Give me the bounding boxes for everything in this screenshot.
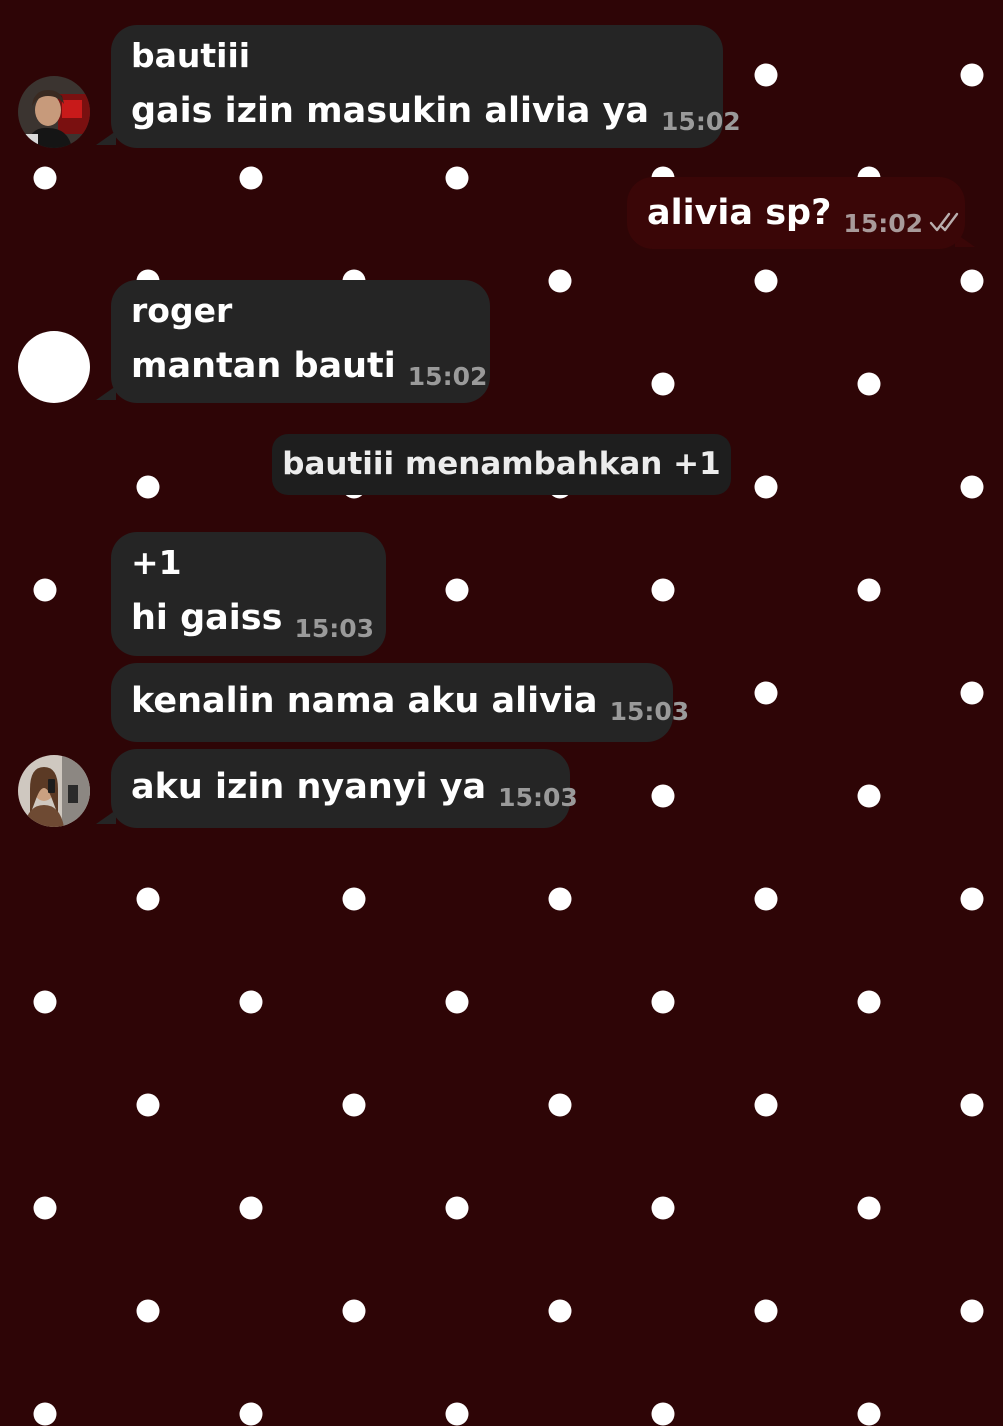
avatar-photo-icon <box>18 755 90 827</box>
message-text: gais izin masukin alivia ya <box>131 91 650 131</box>
service-message: bautiii menambahkan +1 <box>272 434 731 495</box>
wallpaper-dot <box>857 1402 881 1426</box>
double-check-icon <box>929 212 959 232</box>
message-bubble[interactable]: roger mantan bauti 15:02 <box>111 280 490 403</box>
message-bubble[interactable]: bautiii gais izin masukin alivia ya 15:02 <box>111 25 741 148</box>
avatar-photo-icon <box>18 76 90 148</box>
sender-avatar-plus1[interactable] <box>18 755 90 827</box>
message-time: 15:03 <box>609 697 690 726</box>
message-bubble[interactable]: aku izin nyanyi ya 15:03 <box>111 749 578 828</box>
message-bubble-outgoing[interactable]: alivia sp? 15:02 <box>627 177 965 249</box>
sender-avatar-bautiii[interactable] <box>18 76 90 148</box>
message-sender[interactable]: +1 <box>131 544 366 582</box>
message-time: 15:03 <box>498 783 578 812</box>
wallpaper-dot <box>651 1402 675 1426</box>
message-time: 15:02 <box>407 362 488 391</box>
message-time: 15:03 <box>294 614 375 643</box>
message-sender[interactable]: bautiii <box>131 37 703 75</box>
message-text: alivia sp? <box>647 193 832 233</box>
message-time: 15:02 <box>843 209 923 238</box>
message-bubble[interactable]: kenalin nama aku alivia 15:03 <box>111 663 689 742</box>
message-sender[interactable]: roger <box>131 292 470 330</box>
wallpaper-dot <box>445 1402 469 1426</box>
message-text: mantan bauti <box>131 346 396 386</box>
message-text: hi gaiss <box>131 598 283 638</box>
sender-avatar-roger[interactable] <box>18 331 90 403</box>
wallpaper-dot <box>239 1402 263 1426</box>
message-text: kenalin nama aku alivia <box>131 681 598 721</box>
message-time: 15:02 <box>661 107 741 136</box>
wallpaper-dot <box>33 1402 57 1426</box>
message-bubble[interactable]: +1 hi gaiss 15:03 <box>111 532 386 656</box>
chat-area[interactable]: bautiii gais izin masukin alivia ya 15:02… <box>0 0 1003 1338</box>
message-text: aku izin nyanyi ya <box>131 767 487 807</box>
